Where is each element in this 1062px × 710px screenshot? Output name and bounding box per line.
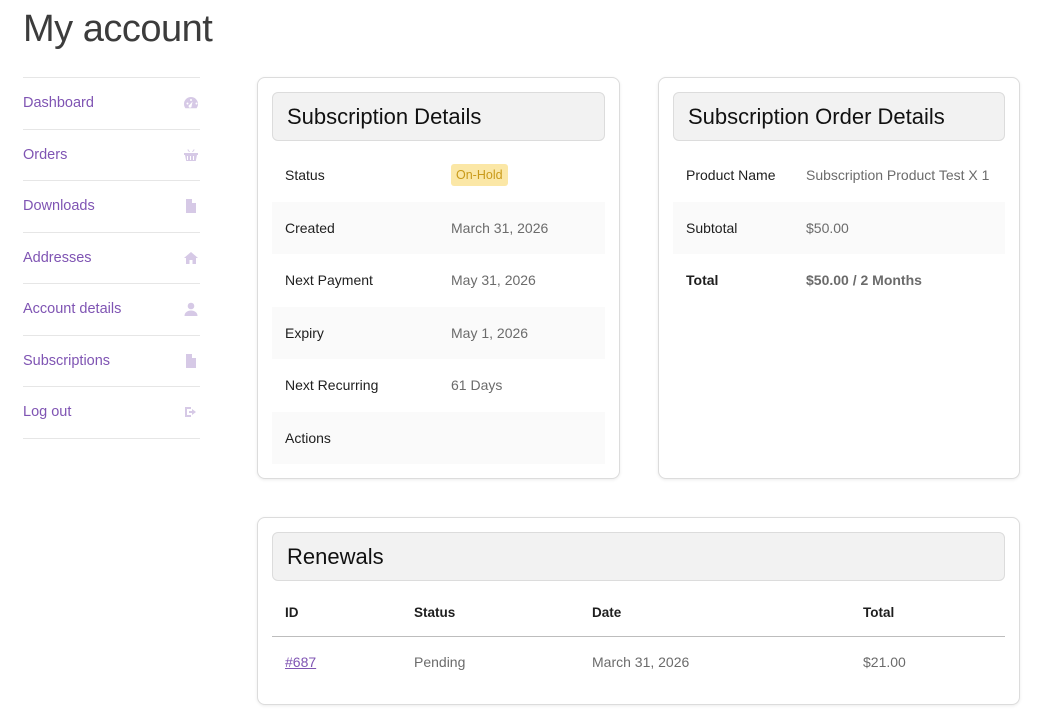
- nav-item-label: Addresses: [23, 249, 92, 266]
- user-icon: [182, 300, 200, 318]
- nav-item-subscriptions[interactable]: Subscriptions: [23, 336, 200, 387]
- document-icon: [182, 352, 200, 370]
- renewal-order-link[interactable]: #687: [285, 654, 316, 670]
- column-header-date: Date: [579, 589, 850, 637]
- detail-value: March 31, 2026: [451, 219, 549, 236]
- nav-item-label: Log out: [23, 404, 72, 421]
- nav-item-label: Subscriptions: [23, 352, 111, 369]
- basket-icon: [182, 146, 200, 164]
- detail-row-next-recurring: Next Recurring 61 Days: [272, 359, 605, 412]
- nav-item-label: Orders: [23, 146, 68, 163]
- sign-out-icon: [182, 403, 200, 421]
- nav-item-label: Account details: [23, 301, 122, 318]
- detail-value: May 31, 2026: [451, 272, 536, 289]
- nav-item-label: Downloads: [23, 198, 95, 215]
- nav-item-log-out[interactable]: Log out: [23, 387, 200, 439]
- detail-label: Expiry: [285, 324, 324, 341]
- renewals-table: ID Status Date Total #687 Pending March …: [272, 589, 1005, 688]
- account-navigation: Dashboard Orders Downloads Addresses Acc…: [23, 77, 200, 439]
- detail-label: Next Payment: [285, 272, 373, 289]
- nav-item-account-details[interactable]: Account details: [23, 284, 200, 336]
- detail-value: May 1, 2026: [451, 324, 529, 341]
- detail-row-actions: Actions: [272, 411, 605, 464]
- column-header-total: Total: [850, 589, 1005, 637]
- home-icon: [182, 249, 200, 267]
- card-header: Subscription Details: [272, 92, 605, 141]
- detail-label: Status: [285, 167, 325, 184]
- detail-row-expiry: Expiry May 1, 2026: [272, 306, 605, 359]
- order-row-total: Total $50.00 / 2 Months: [673, 254, 1005, 307]
- detail-label: Created: [285, 219, 335, 236]
- order-value: $50.00: [806, 219, 849, 236]
- subscription-details-card: Subscription Details Status On-Hold Crea…: [257, 77, 620, 479]
- card-title: Renewals: [287, 543, 384, 569]
- detail-label: Actions: [285, 429, 331, 446]
- column-header-id: ID: [272, 589, 401, 637]
- nav-item-downloads[interactable]: Downloads: [23, 181, 200, 233]
- detail-value: 61 Days: [451, 377, 503, 394]
- table-header-row: ID Status Date Total: [272, 589, 1005, 637]
- page-title: My account: [23, 8, 213, 50]
- renewals-card: Renewals ID Status Date Total #687 Pendi…: [257, 517, 1020, 705]
- order-label: Subtotal: [686, 219, 738, 236]
- cell-date: March 31, 2026: [592, 654, 690, 671]
- table-row: #687 Pending March 31, 2026 $21.00: [272, 636, 1005, 688]
- order-row-product-name: Product Name Subscription Product Test X…: [673, 149, 1005, 202]
- detail-label: Next Recurring: [285, 377, 379, 394]
- cell-status: Pending: [414, 654, 466, 671]
- cell-total: $21.00: [863, 654, 906, 671]
- file-download-icon: [182, 197, 200, 215]
- nav-item-orders[interactable]: Orders: [23, 130, 200, 181]
- card-header: Renewals: [272, 532, 1005, 581]
- nav-item-addresses[interactable]: Addresses: [23, 233, 200, 284]
- detail-row-status: Status On-Hold: [272, 149, 605, 202]
- order-label: Product Name: [686, 167, 776, 184]
- order-value: $50.00 / 2 Months: [806, 272, 922, 289]
- cell-id: #687: [272, 636, 401, 688]
- status-badge: On-Hold: [451, 164, 508, 187]
- column-header-status: Status: [401, 589, 579, 637]
- detail-row-created: Created March 31, 2026: [272, 201, 605, 254]
- card-header: Subscription Order Details: [673, 92, 1005, 141]
- nav-item-dashboard[interactable]: Dashboard: [23, 78, 200, 130]
- subscription-order-details-card: Subscription Order Details Product Name …: [658, 77, 1020, 479]
- nav-item-label: Dashboard: [23, 95, 94, 112]
- card-title: Subscription Details: [287, 103, 482, 129]
- detail-row-next-payment: Next Payment May 31, 2026: [272, 254, 605, 307]
- dashboard-icon: [182, 94, 200, 112]
- order-label: Total: [686, 272, 719, 289]
- order-value: Subscription Product Test X 1: [806, 167, 990, 184]
- order-row-subtotal: Subtotal $50.00: [673, 201, 1005, 254]
- card-title: Subscription Order Details: [688, 103, 945, 129]
